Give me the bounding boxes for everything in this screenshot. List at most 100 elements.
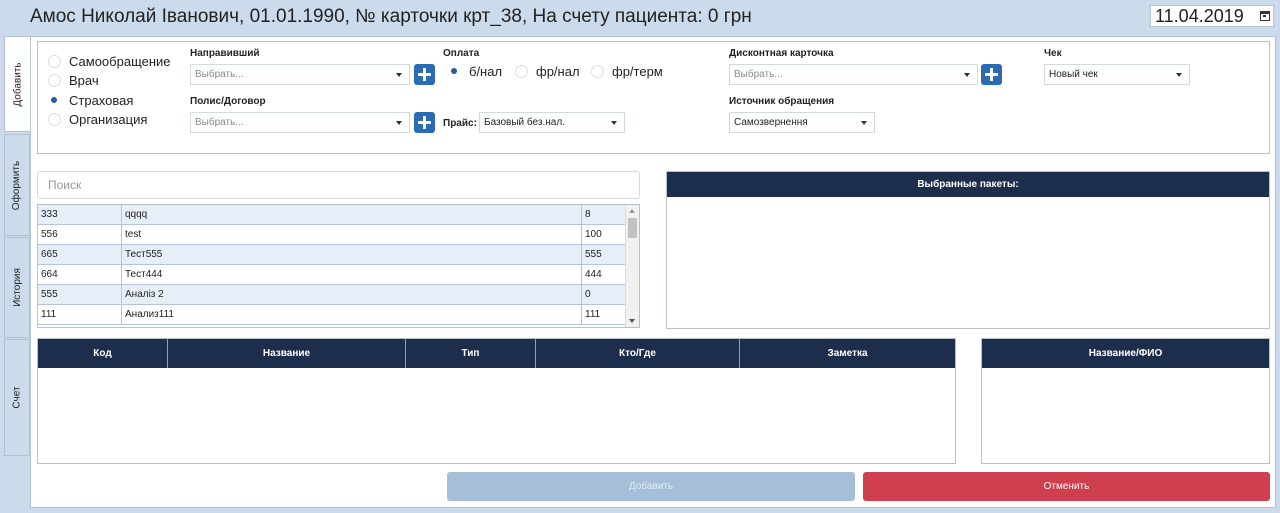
scroll-down-icon[interactable] [629,319,635,323]
service-name: Тест555 [122,245,582,265]
radio-circle[interactable] [591,65,604,78]
list-scrollbar[interactable] [625,205,639,327]
payment-label: Оплата [443,48,480,59]
patient-title: Амос Николай Іванович, 01.01.1990, № кар… [30,6,752,27]
tab-add[interactable]: Добавить [4,36,32,132]
add-policy-button[interactable] [414,112,435,133]
service-code: 555 [38,285,122,305]
list-item[interactable]: 111 Анализ111 111 [38,305,626,325]
radio-insurance[interactable]: Страховая [48,93,133,108]
names-table: Название/ФИО [981,338,1270,464]
service-code: 111 [38,305,122,325]
receipt-label: Чек [1044,48,1062,59]
radio-self[interactable]: Самообращение [48,54,171,69]
chevron-down-icon [964,73,970,77]
column-header[interactable]: Кто/Где [536,339,740,368]
policy-placeholder: Выбрать... [195,117,244,128]
cancel-button[interactable]: Отменить [863,472,1270,501]
radio-circle[interactable] [515,65,528,78]
service-price: 100 [585,229,602,240]
main-panel: Самообращение Врач Страховая Организация… [30,36,1276,508]
column-header[interactable]: Название/ФИО [982,339,1269,368]
radio-label: Врач [69,73,99,88]
chevron-down-icon [396,121,402,125]
tab-history-label: История [11,268,23,307]
service-price: 8 [585,209,591,220]
service-name: Аналіз 2 [122,285,582,305]
column-header[interactable]: Название [168,339,406,368]
receipt-select[interactable]: Новый чек [1044,64,1190,85]
radio-label: Самообращение [69,54,171,69]
radio-doctor[interactable]: Врач [48,73,99,88]
tab-invoice[interactable]: Счет [4,339,30,456]
column-header[interactable]: Заметка [740,339,955,368]
referrer-select[interactable]: Выбрать... [190,64,410,85]
referrer-label: Направивший [190,48,260,59]
service-name: Анализ111 [122,305,582,325]
service-list[interactable]: 333 qqqq 8 556 test 100 665 Тест555 555 … [37,204,640,328]
price-value: Базовый без.нал. [484,117,565,128]
list-item[interactable]: 664 Тест444 444 [38,265,626,285]
radio-circle[interactable] [48,74,61,87]
receipt-value: Новый чек [1049,69,1098,80]
date-picker[interactable]: 11.04.2019 [1150,5,1274,27]
chevron-down-icon [611,121,617,125]
chevron-down-icon [861,121,867,125]
calendar-icon[interactable] [1260,11,1270,21]
radio-label: фр/нал [536,64,580,79]
date-value: 11.04.2019 [1155,6,1244,26]
referrer-placeholder: Выбрать... [195,69,244,80]
radio-cashless[interactable]: б/нал [448,64,502,79]
scroll-up-icon[interactable] [629,209,635,213]
service-name: test [122,225,582,245]
selected-packages-title: Выбранные пакеты: [667,172,1269,197]
list-item[interactable]: 333 qqqq 8 [38,205,626,225]
price-select[interactable]: Базовый без.нал. [479,112,625,133]
service-code: 665 [38,245,122,265]
service-name: qqqq [122,205,582,225]
tab-checkout[interactable]: Оформить [4,134,30,236]
radio-label: б/нал [469,64,503,79]
column-header[interactable]: Код [38,339,168,368]
service-price: 555 [585,249,602,260]
orders-table: Код Название Тип Кто/Где Заметка [37,338,956,464]
source-label: Источник обращения [729,96,835,107]
service-name: Тест444 [122,265,582,285]
tab-invoice-label: Счет [11,386,23,409]
list-item[interactable]: 556 test 100 [38,225,626,245]
chevron-down-icon [1176,73,1182,77]
policy-select[interactable]: Выбрать... [190,112,410,133]
service-price: 444 [585,269,602,280]
radio-cash[interactable]: фр/нал [515,64,580,79]
list-item[interactable]: 665 Тест555 555 [38,245,626,265]
price-label: Прайс: [443,118,477,129]
visit-form: Самообращение Врач Страховая Организация… [37,41,1270,154]
tab-history[interactable]: История [4,237,30,338]
service-code: 333 [38,205,122,225]
radio-label: фр/терм [612,64,663,79]
radio-circle-checked[interactable] [48,94,61,107]
add-discount-card-button[interactable] [981,64,1002,85]
radio-circle[interactable] [48,55,61,68]
column-header[interactable]: Тип [406,339,536,368]
tab-add-label: Добавить [13,61,25,107]
tab-checkout-label: Оформить [11,160,23,210]
radio-terminal[interactable]: фр/терм [591,64,663,79]
radio-circle[interactable] [48,113,61,126]
search-input[interactable]: Поиск [37,171,640,199]
radio-organization[interactable]: Организация [48,112,147,127]
add-button[interactable]: Добавить [447,472,855,501]
radio-label: Организация [69,112,148,127]
service-code: 664 [38,265,122,285]
source-select[interactable]: Самозвернення [729,112,875,133]
discount-card-select[interactable]: Выбрать... [729,64,978,85]
discount-card-placeholder: Выбрать... [734,69,783,80]
radio-label: Страховая [69,93,134,108]
add-referrer-button[interactable] [414,64,435,85]
radio-circle-checked[interactable] [448,65,461,78]
scroll-thumb[interactable] [628,218,637,238]
source-value: Самозвернення [734,117,808,128]
service-code: 556 [38,225,122,245]
discount-card-label: Дисконтная карточка [729,48,834,59]
list-item[interactable]: 555 Аналіз 2 0 [38,285,626,305]
